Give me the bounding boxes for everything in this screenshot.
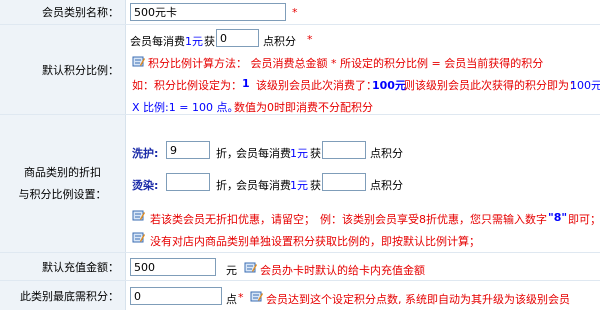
one-yuan-link[interactable]: 1元 [185, 33, 203, 49]
category-name-input[interactable] [130, 3, 286, 21]
default-recharge-input[interactable] [130, 258, 216, 276]
dye-points-unit: 点积分 [370, 179, 403, 192]
wash-discount-input[interactable] [166, 141, 210, 159]
example-result-amount: 100元 [570, 79, 600, 92]
required-star: * [292, 6, 298, 19]
min-points-unit: 点 [226, 293, 237, 306]
category-discount-label: 商品类别的折扣 与积分比例设置： [0, 115, 126, 252]
discount-example-value: "8" [548, 211, 568, 224]
dye-get-text: 获 [310, 179, 321, 192]
row-category-discount: 商品类别的折扣 与积分比例设置： 洗护: 折， 会员每消费 1元 获 点积分 烫… [0, 115, 600, 253]
wash-one-yuan-link[interactable]: 1元 [290, 145, 308, 161]
get-text: 获 [204, 35, 215, 48]
wash-get-text: 获 [310, 147, 321, 160]
dye-points-input[interactable] [322, 173, 366, 191]
note-pencil-icon [250, 291, 263, 302]
min-points-label: 此类别最底需积分： [0, 281, 126, 310]
example-prefix: 如：积分比例设定为： [132, 79, 242, 92]
category-name-label: 会员类别名称： [0, 0, 126, 24]
category-name-wash: 洗护: [132, 147, 159, 160]
wash-points-input[interactable] [322, 141, 366, 159]
zero-no-points-note: 数值为0时即消费不分配积分 [234, 101, 373, 114]
row-default-recharge: 默认充值金额： 元 会员办卡时默认的给卡内充值金额 [0, 253, 600, 281]
default-ratio-label: 默认积分比例： [0, 25, 126, 114]
member-category-form: 会员类别名称： * 默认积分比例： 会员每消费 1元 获 点积分 * 积分比例计… [0, 0, 600, 310]
discount-example-tip: 例：该类别会员享受8折优惠，您只需输入数字 [320, 213, 547, 226]
row-min-points: 此类别最底需积分： 点 * 会员达到这个设定积分点数, 系统即自动为其升级为该级… [0, 281, 600, 310]
wash-zhe-text: 折， [216, 147, 238, 160]
min-points-tip: 会员达到这个设定积分点数, 系统即自动为其升级为该级别会员 [266, 293, 570, 306]
row-category-name: 会员类别名称： * [0, 0, 600, 25]
default-recharge-label: 默认充值金额： [0, 253, 126, 280]
note-pencil-icon [132, 56, 145, 67]
dye-discount-input[interactable] [166, 173, 210, 191]
no-discount-tip: 若该类会员无折扣优惠，请留空； [150, 213, 315, 226]
default-ratio-tip: 没有对店内商品类别单独设置积分获取比例的，即按默认比例计算； [150, 235, 480, 248]
category-discount-label-line2: 与积分比例设置： [18, 187, 107, 201]
dye-zhe-text: 折， [216, 179, 238, 192]
default-points-input[interactable] [216, 29, 259, 47]
per-spend-text: 会员每消费 [130, 35, 185, 48]
row-default-points-ratio: 默认积分比例： 会员每消费 1元 获 点积分 * 积分比例计算方法： 会员消费总… [0, 25, 600, 115]
example-spend-amount: 100元 [372, 79, 406, 92]
dye-one-yuan-link[interactable]: 1元 [290, 177, 308, 193]
example-spend-text: 该级别会员此次消费了： [256, 79, 377, 92]
wash-points-unit: 点积分 [370, 147, 403, 160]
dye-per-spend-text: 会员每消费 [236, 179, 291, 192]
ratio-formula-text: 积分比例计算方法： 会员消费总金额 * 所设定的积分比例 = 会员当前获得的积分 [148, 57, 544, 70]
example-calc: X 比例:1 = 100 点。 [132, 101, 239, 114]
min-points-input[interactable] [130, 287, 222, 305]
example-ratio: 1 [242, 77, 250, 90]
note-pencil-icon [132, 210, 145, 221]
required-star: * [307, 33, 313, 46]
required-star: * [238, 291, 244, 304]
recharge-unit: 元 [226, 264, 237, 277]
points-unit: 点积分 [263, 35, 296, 48]
wash-per-spend-text: 会员每消费 [236, 147, 291, 160]
note-pencil-icon [244, 262, 257, 273]
discount-example-end: 即可； [568, 213, 600, 226]
category-name-dye: 烫染: [132, 179, 159, 192]
note-pencil-icon [132, 232, 145, 243]
recharge-tip: 会员办卡时默认的给卡内充值金额 [260, 264, 425, 277]
category-discount-label-line1: 商品类别的折扣 [24, 165, 101, 179]
example-result-text: 则该级别会员此次获得的积分即为： [404, 79, 580, 92]
